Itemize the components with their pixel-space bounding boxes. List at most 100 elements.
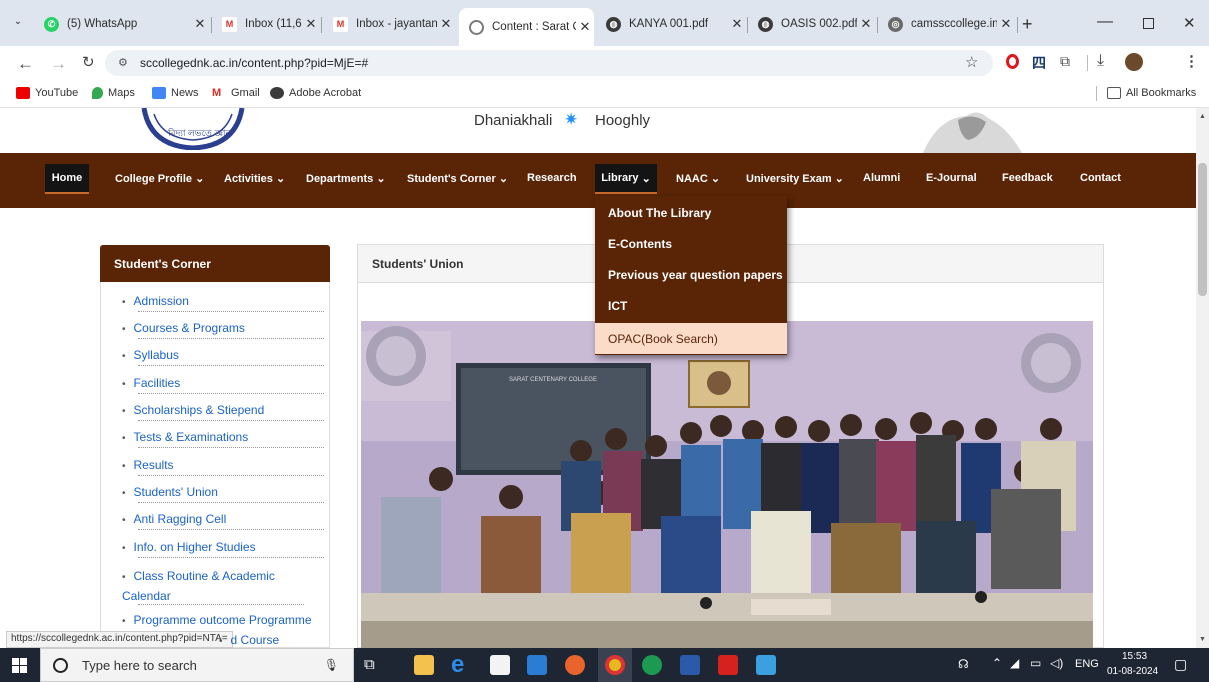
- edge-icon[interactable]: e: [451, 651, 464, 679]
- globe-icon: [270, 87, 284, 99]
- firefox-icon[interactable]: [565, 655, 585, 675]
- scrollbar-thumb[interactable]: [1198, 163, 1207, 296]
- globe-icon: ◍: [606, 16, 621, 32]
- nav-university-exam[interactable]: University Exam ⌄: [746, 172, 844, 185]
- menu-ict[interactable]: ICT: [595, 290, 787, 321]
- clock-time[interactable]: 15:53: [1122, 651, 1147, 662]
- url-text[interactable]: sccollegednk.ac.in/content.php?pid=MjE=#: [140, 56, 368, 70]
- close-window-button[interactable]: ✕: [1183, 14, 1196, 32]
- nav-departments[interactable]: Departments ⌄: [306, 172, 386, 185]
- tab-whatsapp[interactable]: ✆ (5) WhatsApp ✕: [34, 9, 209, 39]
- tab-inbox-2[interactable]: M Inbox - jayantan ✕: [323, 9, 455, 39]
- download-icon[interactable]: ⤓: [1097, 52, 1104, 70]
- close-icon[interactable]: ✕: [437, 16, 455, 32]
- nav-library[interactable]: Library ⌄: [595, 164, 657, 194]
- reload-button[interactable]: ↻: [82, 55, 95, 70]
- gmail-icon: M: [333, 16, 348, 32]
- close-icon[interactable]: ✕: [857, 16, 875, 32]
- bookmark-adobe[interactable]: Adobe Acrobat: [270, 87, 361, 99]
- minimize-button[interactable]: —: [1097, 13, 1113, 31]
- file-explorer-icon[interactable]: [414, 655, 434, 675]
- nav-activities[interactable]: Activities ⌄: [224, 172, 285, 185]
- chrome-icon[interactable]: [605, 655, 625, 675]
- bookmark-gmail[interactable]: M Gmail: [212, 87, 260, 99]
- tray-chevron-icon[interactable]: ⌃: [992, 656, 1002, 670]
- close-icon[interactable]: ✕: [302, 16, 320, 32]
- nav-alumni[interactable]: Alumni: [863, 172, 900, 184]
- bookmark-youtube[interactable]: YouTube: [16, 87, 78, 99]
- sidebar-item-syllabus[interactable]: Syllabus: [122, 348, 324, 366]
- acrobat-icon[interactable]: [718, 655, 738, 675]
- sidebar-item-courses[interactable]: Courses & Programs: [122, 321, 324, 339]
- menu-about-library[interactable]: About The Library: [595, 197, 787, 228]
- opera-icon[interactable]: [1006, 54, 1019, 69]
- forward-button[interactable]: →: [50, 55, 67, 72]
- people-icon[interactable]: ☊: [958, 657, 969, 671]
- all-bookmarks[interactable]: All Bookmarks: [1107, 87, 1196, 99]
- notification-icon[interactable]: ▢: [1174, 656, 1187, 673]
- store-icon[interactable]: [490, 655, 510, 675]
- tab-kanya-pdf[interactable]: ◍ KANYA 001.pdf ✕: [596, 9, 746, 39]
- sidebar-item-students-union[interactable]: Students' Union: [122, 485, 324, 503]
- clock-date[interactable]: 01-08-2024: [1107, 666, 1158, 677]
- tab-oasis-pdf[interactable]: ◍ OASIS 002.pdf ✕: [748, 9, 875, 39]
- photos-icon[interactable]: [756, 655, 776, 675]
- scroll-down-arrow-icon[interactable]: ▼: [1199, 636, 1206, 643]
- back-button[interactable]: ←: [17, 55, 34, 72]
- scroll-up-arrow-icon[interactable]: ▲: [1199, 113, 1206, 120]
- qlik-icon[interactable]: [642, 655, 662, 675]
- sidebar-title: Student's Corner: [100, 245, 330, 282]
- battery-icon[interactable]: ▭: [1030, 656, 1041, 670]
- tab-content-active[interactable]: Content : Sarat C ✕: [459, 8, 594, 46]
- sidebar-item-course-fragment[interactable]: d Course: [219, 633, 419, 647]
- tab-inbox-1[interactable]: M Inbox (11,687) - ✕: [212, 9, 320, 39]
- volume-icon[interactable]: ◁): [1050, 656, 1063, 670]
- sidebar-item-higher-studies[interactable]: Info. on Higher Studies: [122, 540, 324, 558]
- tab-search-button[interactable]: ⌄: [9, 16, 27, 32]
- tab-divider: [1017, 17, 1018, 33]
- taskbar-search[interactable]: Type here to search 🎙: [40, 648, 354, 682]
- sidebar-item-results[interactable]: Results: [122, 458, 324, 476]
- chevron-down-icon: ⌄: [275, 173, 286, 185]
- close-icon[interactable]: ✕: [191, 16, 209, 32]
- nav-college-profile[interactable]: College Profile ⌄: [115, 172, 204, 185]
- nav-feedback[interactable]: Feedback: [1002, 172, 1053, 184]
- sidebar-item-scholarships[interactable]: Scholarships & Stiepend: [122, 403, 324, 421]
- sidebar-item-facilities[interactable]: Facilities: [122, 376, 324, 394]
- menu-e-contents[interactable]: E-Contents: [595, 228, 787, 259]
- tab-cams[interactable]: ◎ camssccollege.in ✕: [878, 9, 1015, 39]
- bookmark-news[interactable]: News: [152, 87, 199, 99]
- nav-e-journal[interactable]: E-Journal: [926, 172, 977, 184]
- sidebar-item-tests[interactable]: Tests & Examinations: [122, 430, 324, 448]
- sidebar-item-anti-ragging[interactable]: Anti Ragging Cell: [122, 512, 324, 530]
- sidebar-item-class-routine[interactable]: Class Routine & Academic Calendar: [122, 567, 304, 606]
- restore-button[interactable]: [1143, 18, 1154, 29]
- new-tab-button[interactable]: +: [1022, 14, 1033, 35]
- nav-contact[interactable]: Contact: [1080, 172, 1121, 184]
- close-icon[interactable]: ✕: [728, 16, 746, 32]
- close-icon[interactable]: ✕: [997, 16, 1015, 32]
- close-icon[interactable]: ✕: [576, 19, 594, 35]
- word-icon[interactable]: [680, 655, 700, 675]
- nav-naac[interactable]: NAAC ⌄: [676, 172, 720, 185]
- nav-students-corner[interactable]: Student's Corner ⌄: [407, 172, 508, 185]
- language-indicator[interactable]: ENG: [1075, 658, 1099, 670]
- menu-icon[interactable]: ⋮: [1184, 52, 1199, 70]
- windows-start-icon[interactable]: [12, 658, 27, 673]
- translate-icon[interactable]: 四: [1032, 53, 1046, 73]
- site-info-icon[interactable]: ⚙: [118, 56, 128, 69]
- sidebar-item-programme-outcome[interactable]: Programme outcome Programme: [122, 613, 322, 627]
- nav-research[interactable]: Research: [527, 172, 577, 184]
- extensions-icon[interactable]: ⧉: [1060, 53, 1070, 70]
- sidebar-item-admission[interactable]: Admission: [122, 294, 324, 312]
- nav-home[interactable]: Home: [45, 164, 89, 194]
- menu-question-papers[interactable]: Previous year question papers: [595, 259, 787, 290]
- task-view-icon[interactable]: ⧉: [364, 656, 375, 673]
- wifi-icon[interactable]: ◢: [1010, 656, 1019, 670]
- microphone-icon[interactable]: 🎙: [324, 658, 339, 672]
- profile-avatar[interactable]: [1125, 53, 1143, 71]
- menu-opac[interactable]: OPAC(Book Search): [595, 323, 787, 354]
- bookmark-maps[interactable]: Maps: [92, 87, 135, 99]
- bookmark-star-icon[interactable]: ☆: [965, 53, 978, 71]
- mail-icon[interactable]: [527, 655, 547, 675]
